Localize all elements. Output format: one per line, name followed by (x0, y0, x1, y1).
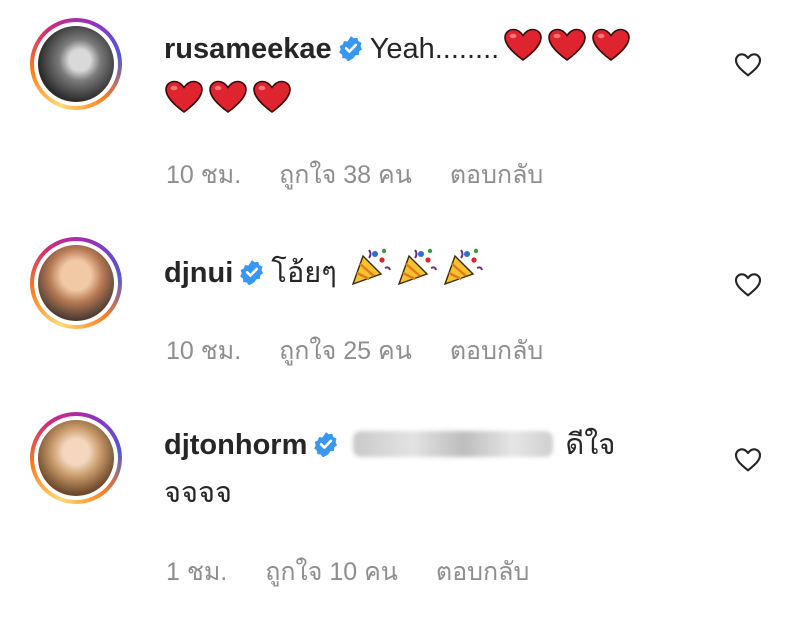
avatar[interactable] (38, 420, 114, 496)
comment-meta: 10 ชม. ถูกใจ 38 คน ตอบกลับ (166, 155, 581, 195)
heart-outline-icon[interactable] (732, 48, 764, 80)
comment-text: Yeah........ (369, 33, 500, 65)
party-popper-emoji (349, 246, 391, 301)
like-count[interactable]: ถูกใจ 10 คน (265, 558, 398, 586)
red-heart-emoji (208, 80, 248, 129)
heart-outline-icon[interactable] (732, 268, 764, 300)
reply-button[interactable]: ตอบกลับ (450, 161, 543, 189)
party-popper-emoji (441, 246, 483, 301)
comment-text: ดีใจ (565, 429, 616, 461)
red-heart-emoji (547, 28, 587, 77)
comment-text-continued: จจจจ (164, 477, 232, 509)
reply-button[interactable]: ตอบกลับ (450, 337, 543, 365)
comment-text-block: djtonhorm ดีใจ จจจจ (164, 421, 704, 517)
comment-text: โอ้ยๆ (271, 257, 337, 289)
red-heart-emoji (252, 80, 292, 129)
red-heart-emoji (164, 80, 204, 129)
red-heart-emoji (591, 28, 631, 77)
comment-time[interactable]: 10 ชม. (166, 161, 241, 189)
blurred-text (353, 431, 554, 457)
party-popper-emoji (395, 246, 437, 301)
story-ring[interactable] (30, 412, 122, 504)
username[interactable]: djtonhorm (164, 429, 307, 461)
like-count[interactable]: ถูกใจ 38 คน (279, 161, 412, 189)
comment-time[interactable]: 10 ชม. (166, 337, 241, 365)
comment-meta: 1 ชม. ถูกใจ 10 คน ตอบกลับ (166, 552, 567, 592)
verified-badge-icon (240, 260, 264, 285)
avatar[interactable] (38, 245, 114, 321)
verified-badge-icon (338, 36, 362, 61)
avatar[interactable] (38, 26, 114, 102)
verified-badge-icon (314, 432, 338, 457)
red-heart-emoji (503, 28, 543, 77)
username[interactable]: rusameekae (164, 33, 332, 65)
reply-button[interactable]: ตอบกลับ (436, 558, 529, 586)
comment-text-block: djnui โอ้ยๆ (164, 246, 704, 301)
comment-text-block: rusameekae Yeah........ (164, 25, 704, 129)
story-ring[interactable] (30, 237, 122, 329)
comment-time[interactable]: 1 ชม. (166, 558, 227, 586)
comment-meta: 10 ชม. ถูกใจ 25 คน ตอบกลับ (166, 331, 581, 371)
heart-outline-icon[interactable] (732, 443, 764, 475)
story-ring[interactable] (30, 18, 122, 110)
username[interactable]: djnui (164, 257, 233, 289)
like-count[interactable]: ถูกใจ 25 คน (279, 337, 412, 365)
